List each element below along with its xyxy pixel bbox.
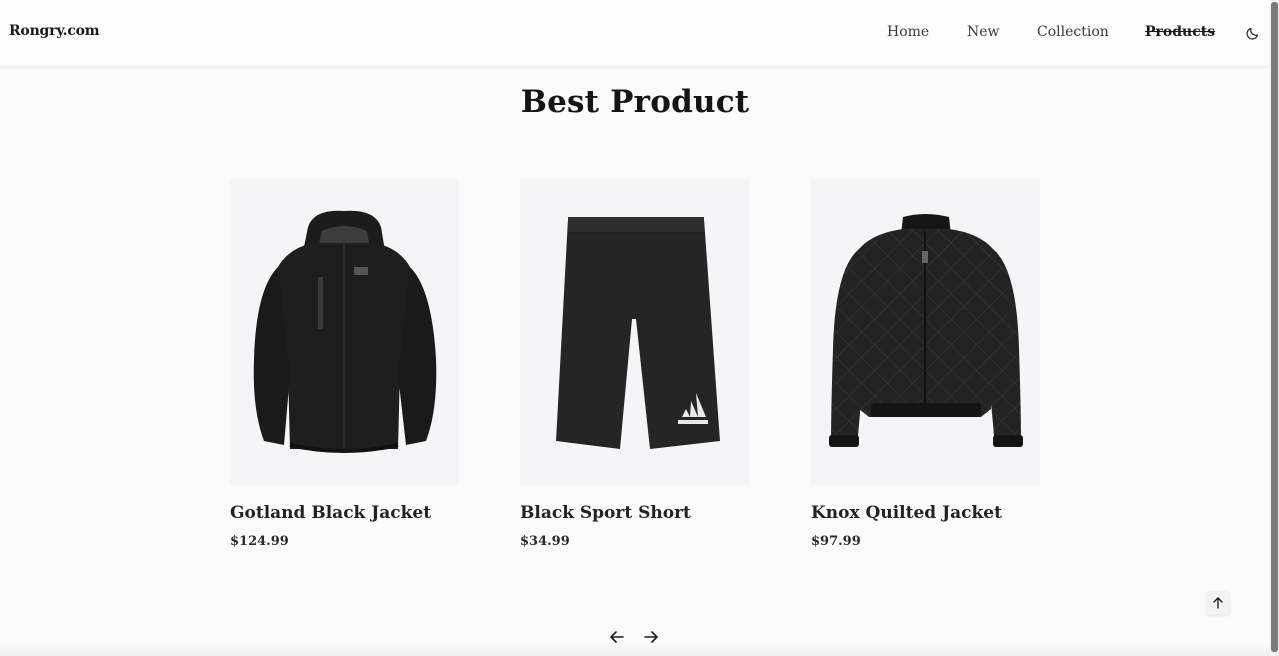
product-image-hooded-jacket[interactable]: [230, 179, 459, 485]
product-price: $124.99: [230, 534, 289, 549]
nav-new[interactable]: New: [967, 24, 1000, 40]
moon-icon[interactable]: [1245, 26, 1260, 41]
nav-collection[interactable]: Collection: [1037, 24, 1109, 40]
product-name[interactable]: Knox Quilted Jacket: [811, 503, 1040, 523]
product-card[interactable]: Gotland Black Jacket $124.99: [230, 179, 459, 549]
product-card[interactable]: Knox Quilted Jacket $97.99: [811, 179, 1040, 549]
site-logo[interactable]: Rongry.com: [9, 23, 100, 39]
site-header: Rongry.com Home New Collection Products: [0, 0, 1270, 67]
arrow-up-icon: [1213, 597, 1223, 609]
product-price: $34.99: [520, 534, 570, 549]
product-name[interactable]: Black Sport Short: [520, 503, 749, 523]
product-image-quilted-jacket[interactable]: [811, 179, 1040, 485]
product-name[interactable]: Gotland Black Jacket: [230, 503, 459, 523]
scrollbar[interactable]: [1270, 0, 1279, 656]
nav-home[interactable]: Home: [887, 24, 929, 40]
scroll-top-button[interactable]: [1206, 591, 1230, 615]
page: Rongry.com Home New Collection Products …: [0, 0, 1279, 656]
nav-products[interactable]: Products: [1145, 24, 1215, 40]
section-title: Best Product: [520, 84, 750, 120]
arrow-left-icon[interactable]: [609, 629, 625, 645]
bottom-shadow: [0, 644, 1270, 656]
scrollbar-thumb[interactable]: [1271, 2, 1278, 652]
product-price: $97.99: [811, 534, 861, 549]
product-image-sport-shorts[interactable]: [520, 179, 749, 485]
arrow-right-icon[interactable]: [643, 629, 659, 645]
product-card[interactable]: Black Sport Short $34.99: [520, 179, 749, 549]
